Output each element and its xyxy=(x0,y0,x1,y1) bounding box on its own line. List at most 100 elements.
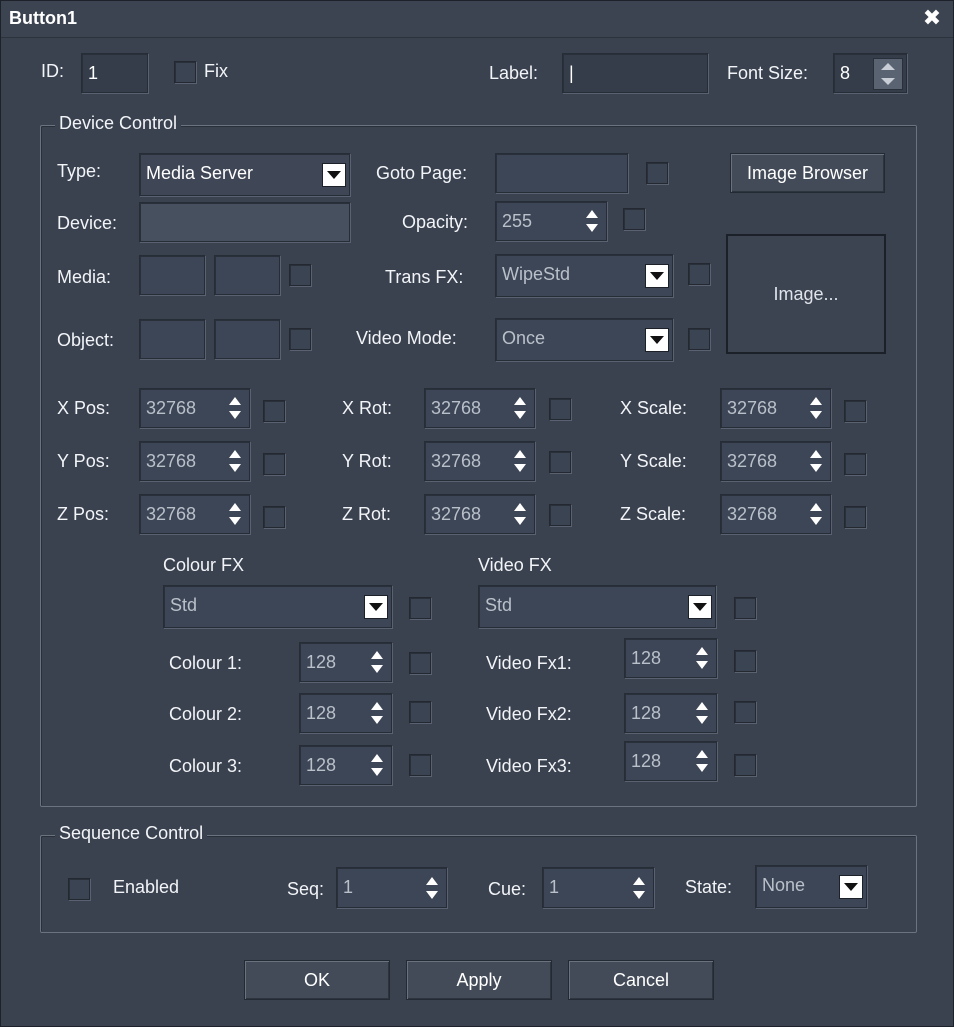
id-field[interactable]: 1 xyxy=(81,53,148,93)
chevron-down-icon[interactable] xyxy=(645,263,669,288)
font-size-spin-buttons[interactable] xyxy=(873,58,903,90)
chevron-down-icon[interactable] xyxy=(645,327,669,352)
video-fx3-spinner[interactable]: 128 xyxy=(624,741,717,781)
spin-arrows-icon[interactable] xyxy=(810,503,822,525)
spin-arrows-icon[interactable] xyxy=(696,647,708,669)
spin-arrows-icon[interactable] xyxy=(514,450,526,472)
button-properties-dialog: Button1 ✖ ID: 1 Fix Label: | Font Size: … xyxy=(0,0,954,1027)
font-size-spinner[interactable]: 8 xyxy=(833,53,907,93)
video-mode-dropdown[interactable]: Once xyxy=(495,318,673,361)
colour-2-checkbox[interactable] xyxy=(409,701,431,723)
colour-fx-dropdown[interactable]: Std xyxy=(163,585,392,628)
fix-checkbox[interactable] xyxy=(174,61,196,83)
spin-arrows-icon[interactable] xyxy=(514,397,526,419)
goto-page-checkbox[interactable] xyxy=(646,162,668,184)
state-dropdown[interactable]: None xyxy=(755,865,867,908)
seq-spinner[interactable]: 1 xyxy=(336,867,447,908)
trans-fx-dropdown[interactable]: WipeStd xyxy=(495,254,673,297)
video-fx3-checkbox[interactable] xyxy=(734,754,756,776)
colour-3-spinner[interactable]: 128 xyxy=(299,745,392,785)
colour-2-spinner[interactable]: 128 xyxy=(299,693,392,733)
chevron-down-icon[interactable] xyxy=(839,874,863,899)
spin-arrows-icon[interactable] xyxy=(696,702,708,724)
media-label: Media: xyxy=(57,267,112,287)
y-rot-spinner[interactable]: 32768 xyxy=(424,441,535,481)
y-scale-spinner[interactable]: 32768 xyxy=(720,441,831,481)
trans-fx-checkbox[interactable] xyxy=(688,263,710,285)
x-scale-spinner[interactable]: 32768 xyxy=(720,388,831,428)
device-field[interactable] xyxy=(139,202,350,242)
cancel-button[interactable]: Cancel xyxy=(568,960,714,1000)
chevron-down-icon[interactable] xyxy=(364,594,388,619)
video-fx2-spinner[interactable]: 128 xyxy=(624,693,717,733)
y-scale-checkbox[interactable] xyxy=(844,453,866,475)
type-label: Type: xyxy=(57,161,102,181)
object-checkbox[interactable] xyxy=(289,328,311,350)
seq-label: Seq: xyxy=(287,879,325,899)
spin-arrows-icon[interactable] xyxy=(514,503,526,525)
y-pos-label: Y Pos: xyxy=(57,451,110,471)
video-fx-label: Video FX xyxy=(478,555,552,575)
type-dropdown[interactable]: Media Server xyxy=(139,153,350,196)
video-fx1-checkbox[interactable] xyxy=(734,650,756,672)
spin-arrows-icon[interactable] xyxy=(371,702,383,724)
media-checkbox[interactable] xyxy=(289,264,311,286)
label-field[interactable]: | xyxy=(562,53,708,93)
spin-arrows-icon[interactable] xyxy=(371,651,383,673)
ok-button[interactable]: OK xyxy=(244,960,390,1000)
colour-3-checkbox[interactable] xyxy=(409,754,431,776)
spin-arrows-icon[interactable] xyxy=(633,876,645,899)
spin-arrows-icon[interactable] xyxy=(696,750,708,772)
z-scale-spinner[interactable]: 32768 xyxy=(720,494,831,534)
colour-fx-checkbox[interactable] xyxy=(409,597,431,619)
z-rot-checkbox[interactable] xyxy=(549,504,571,526)
goto-page-field[interactable] xyxy=(495,153,628,193)
colour-1-label: Colour 1: xyxy=(169,653,243,673)
y-pos-spinner[interactable]: 32768 xyxy=(139,441,250,481)
video-fx-dropdown[interactable]: Std xyxy=(478,585,716,628)
chevron-down-icon[interactable] xyxy=(688,594,712,619)
z-pos-checkbox[interactable] xyxy=(263,506,285,528)
window-title: Button1 xyxy=(9,8,77,28)
video-fx1-spinner[interactable]: 128 xyxy=(624,638,717,678)
media-field-2[interactable] xyxy=(214,255,280,295)
x-scale-checkbox[interactable] xyxy=(844,400,866,422)
y-pos-checkbox[interactable] xyxy=(263,453,285,475)
y-rot-checkbox[interactable] xyxy=(549,451,571,473)
image-preview-button[interactable]: Image... xyxy=(726,234,886,354)
x-pos-checkbox[interactable] xyxy=(263,400,285,422)
x-rot-spinner[interactable]: 32768 xyxy=(424,388,535,428)
enabled-checkbox[interactable] xyxy=(68,878,90,900)
spin-arrows-icon[interactable] xyxy=(371,754,383,776)
spin-arrows-icon[interactable] xyxy=(229,450,241,472)
opacity-spinner[interactable]: 255 xyxy=(495,201,607,241)
video-fx2-checkbox[interactable] xyxy=(734,701,756,723)
cue-spinner[interactable]: 1 xyxy=(542,867,654,908)
x-pos-spinner[interactable]: 32768 xyxy=(139,388,250,428)
close-icon[interactable]: ✖ xyxy=(921,7,943,29)
media-field-1[interactable] xyxy=(139,255,205,295)
enabled-label: Enabled xyxy=(113,877,180,897)
video-mode-checkbox[interactable] xyxy=(688,328,710,350)
z-scale-checkbox[interactable] xyxy=(844,506,866,528)
z-rot-spinner[interactable]: 32768 xyxy=(424,494,535,534)
chevron-down-icon[interactable] xyxy=(322,162,346,187)
device-control-legend: Device Control xyxy=(55,113,182,134)
spin-arrows-icon[interactable] xyxy=(586,210,598,232)
spin-arrows-icon[interactable] xyxy=(229,503,241,525)
spin-arrows-icon[interactable] xyxy=(426,876,438,899)
apply-button[interactable]: Apply xyxy=(406,960,552,1000)
spin-arrows-icon[interactable] xyxy=(229,397,241,419)
z-pos-spinner[interactable]: 32768 xyxy=(139,494,250,534)
image-browser-button[interactable]: Image Browser xyxy=(730,153,885,193)
spin-arrows-icon[interactable] xyxy=(810,397,822,419)
x-rot-checkbox[interactable] xyxy=(549,398,571,420)
opacity-checkbox[interactable] xyxy=(623,208,645,230)
colour-1-spinner[interactable]: 128 xyxy=(299,642,392,682)
video-fx-checkbox[interactable] xyxy=(734,597,756,619)
colour-1-checkbox[interactable] xyxy=(409,652,431,674)
title-bar[interactable]: Button1 ✖ xyxy=(1,1,953,38)
spin-arrows-icon[interactable] xyxy=(810,450,822,472)
object-field-1[interactable] xyxy=(139,319,205,359)
object-field-2[interactable] xyxy=(214,319,280,359)
